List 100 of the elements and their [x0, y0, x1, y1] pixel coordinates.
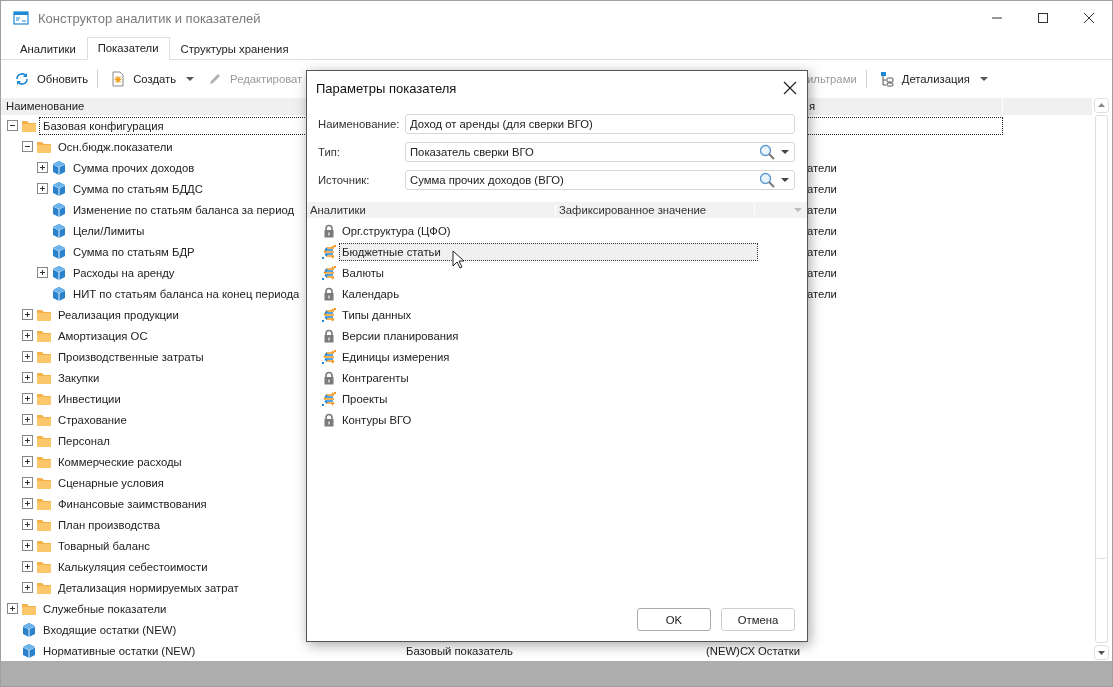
table-cell-text: Базовый показатель [405, 644, 514, 657]
collapse-toggle[interactable] [7, 120, 18, 131]
tree-item[interactable]: Страхование [54, 410, 131, 429]
tree-item[interactable]: План производства [54, 515, 165, 534]
lock-icon [322, 412, 336, 427]
tree-item[interactable]: Реализация продукции [54, 305, 183, 324]
scroll-up-icon[interactable] [1094, 98, 1109, 113]
expand-toggle[interactable] [37, 183, 48, 194]
tree-item[interactable]: Входящие остатки (NEW) [39, 620, 181, 639]
tab[interactable]: Аналитики [9, 38, 87, 60]
dialog-title: Параметры показателя [316, 80, 458, 96]
tree-item[interactable]: Цели/Лимиты [69, 221, 149, 240]
tree-item[interactable]: Персонал [54, 431, 114, 450]
combo-field[interactable]: Показатель сверки ВГО [405, 142, 795, 162]
tree-item[interactable]: Детализация нормируемых затрат [54, 578, 243, 597]
list-item[interactable]: Версии планирования [339, 326, 758, 345]
expand-toggle[interactable] [22, 477, 33, 488]
tree-item[interactable]: Финансовые заимствования [54, 494, 211, 513]
scroll-down-icon[interactable] [1094, 645, 1109, 660]
list-item[interactable]: Проекты [339, 389, 758, 408]
expand-toggle[interactable] [22, 435, 33, 446]
toolbar-button[interactable]: Обновить [9, 67, 91, 90]
list-item[interactable]: Типы данных [339, 305, 758, 324]
list-item[interactable]: Контрагенты [339, 368, 758, 387]
collapse-toggle[interactable] [22, 141, 33, 152]
list-item[interactable]: Орг.структура (ЦФО) [339, 221, 758, 240]
expand-toggle[interactable] [22, 561, 33, 572]
tree-item[interactable]: Осн.бюдж.показатели [54, 137, 177, 156]
expand-toggle[interactable] [22, 414, 33, 425]
tree-item[interactable]: Служебные показатели [39, 599, 171, 618]
expand-toggle[interactable] [22, 540, 33, 551]
list-item[interactable]: Валюты [339, 263, 758, 282]
tree-item[interactable]: Инвестиции [54, 389, 125, 408]
search-icon[interactable] [759, 172, 775, 188]
search-icon[interactable] [759, 144, 775, 160]
tree-item[interactable]: Амортизация ОС [54, 326, 152, 345]
table-cell: атели [807, 182, 837, 195]
column-header[interactable]: я [809, 98, 1003, 115]
cube-icon [51, 159, 67, 176]
tree-item[interactable]: Товарный баланс [54, 536, 154, 555]
expand-toggle[interactable] [22, 330, 33, 341]
list-item[interactable]: Календарь [339, 284, 758, 303]
tab[interactable]: Структуры хранения [169, 38, 300, 60]
cube-icon [51, 243, 67, 260]
arrows-icon [322, 391, 336, 406]
cube-icon [51, 180, 67, 197]
expand-toggle[interactable] [22, 351, 33, 362]
expand-toggle[interactable] [22, 456, 33, 467]
expand-toggle[interactable] [22, 372, 33, 383]
ok-button[interactable]: OK [637, 608, 711, 631]
tree-item[interactable]: Сценарные условия [54, 473, 168, 492]
toolbar-button[interactable]: Создать [105, 67, 179, 90]
expand-toggle[interactable] [37, 162, 48, 173]
scrollbar[interactable] [1093, 97, 1110, 661]
table-cell: атели [807, 266, 837, 279]
list-item[interactable]: Единицы измерения [339, 347, 758, 366]
expand-toggle[interactable] [22, 582, 33, 593]
hierarchy-icon [878, 70, 895, 87]
tree-item[interactable]: Сумма по статьям БДДС [69, 179, 207, 198]
text-field[interactable]: Доход от аренды (для сверки ВГО) [405, 114, 795, 134]
tree-item[interactable]: Коммерческие расходы [54, 452, 186, 471]
list-item[interactable]: Контуры ВГО [339, 410, 758, 429]
refresh-icon [14, 70, 30, 87]
table-cell-text: (NEW)СХ Остатки [705, 644, 802, 657]
toolbar-button[interactable]: Детализация [873, 67, 972, 90]
cancel-button[interactable]: Отмена [721, 608, 795, 631]
lock-icon [322, 286, 336, 301]
cube-icon [51, 285, 67, 302]
expand-toggle[interactable] [22, 519, 33, 530]
caret-icon[interactable] [781, 148, 789, 156]
field-label: Тип: [318, 146, 341, 158]
tree-item[interactable]: Калькуляция себестоимости [54, 557, 212, 576]
cube-icon [21, 642, 37, 659]
expand-toggle[interactable] [7, 603, 18, 614]
tree-item[interactable]: Сумма прочих доходов [69, 158, 199, 177]
column-header[interactable]: Зафиксированное значение [556, 204, 755, 216]
arrows-icon [322, 349, 336, 364]
combo-field[interactable]: Сумма прочих доходов (ВГО) [405, 170, 795, 190]
tree-item[interactable]: НИТ по статьям баланса на конец периода [69, 284, 304, 303]
cube-icon [51, 201, 67, 218]
tree-item[interactable]: Расходы на аренду [69, 263, 179, 282]
expand-toggle[interactable] [37, 267, 48, 278]
tree-item[interactable]: Закупки [54, 368, 104, 387]
tree-item[interactable]: Сумма по статьям БДР [69, 242, 199, 261]
column-header[interactable]: Аналитики [307, 204, 556, 216]
expand-toggle[interactable] [22, 309, 33, 320]
close-button[interactable] [783, 81, 797, 95]
window-title: Конструктор аналитик и показателей [38, 10, 262, 26]
tree-item[interactable]: Нормативные остатки (NEW) [39, 641, 200, 660]
tree-item[interactable]: Производственные затраты [54, 347, 208, 366]
lock-icon [322, 370, 336, 385]
list-item[interactable]: Бюджетные статьи [339, 242, 758, 261]
table-cell: атели [807, 287, 837, 300]
expand-toggle[interactable] [22, 393, 33, 404]
table-cell: атели [807, 203, 837, 216]
tree-item[interactable]: Изменение по статьям баланса за период [69, 200, 299, 219]
caret-icon[interactable] [781, 176, 789, 184]
expand-toggle[interactable] [22, 498, 33, 509]
document-icon [110, 70, 127, 87]
tab[interactable]: Показатели [86, 37, 170, 60]
